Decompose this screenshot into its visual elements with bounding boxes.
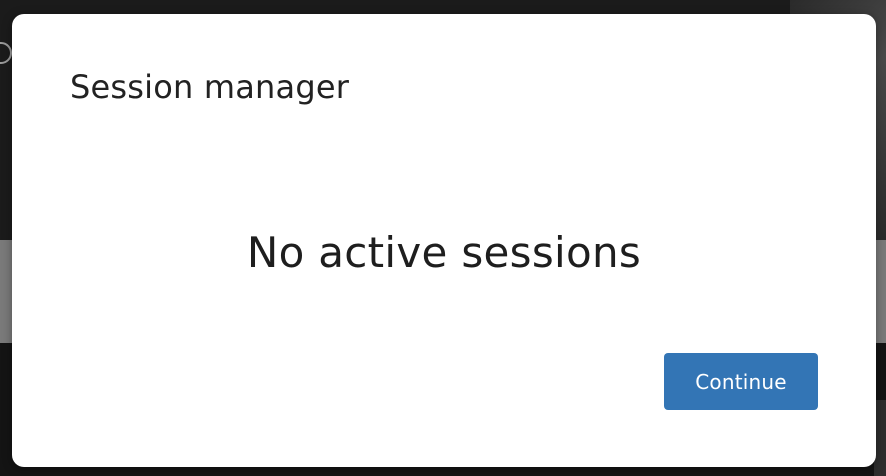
session-manager-dialog: Session manager No active sessions Conti… <box>12 14 876 467</box>
dialog-title: Session manager <box>70 68 350 106</box>
empty-state-message: No active sessions <box>246 228 642 277</box>
background-circle-icon <box>0 42 12 64</box>
continue-button[interactable]: Continue <box>664 353 818 410</box>
